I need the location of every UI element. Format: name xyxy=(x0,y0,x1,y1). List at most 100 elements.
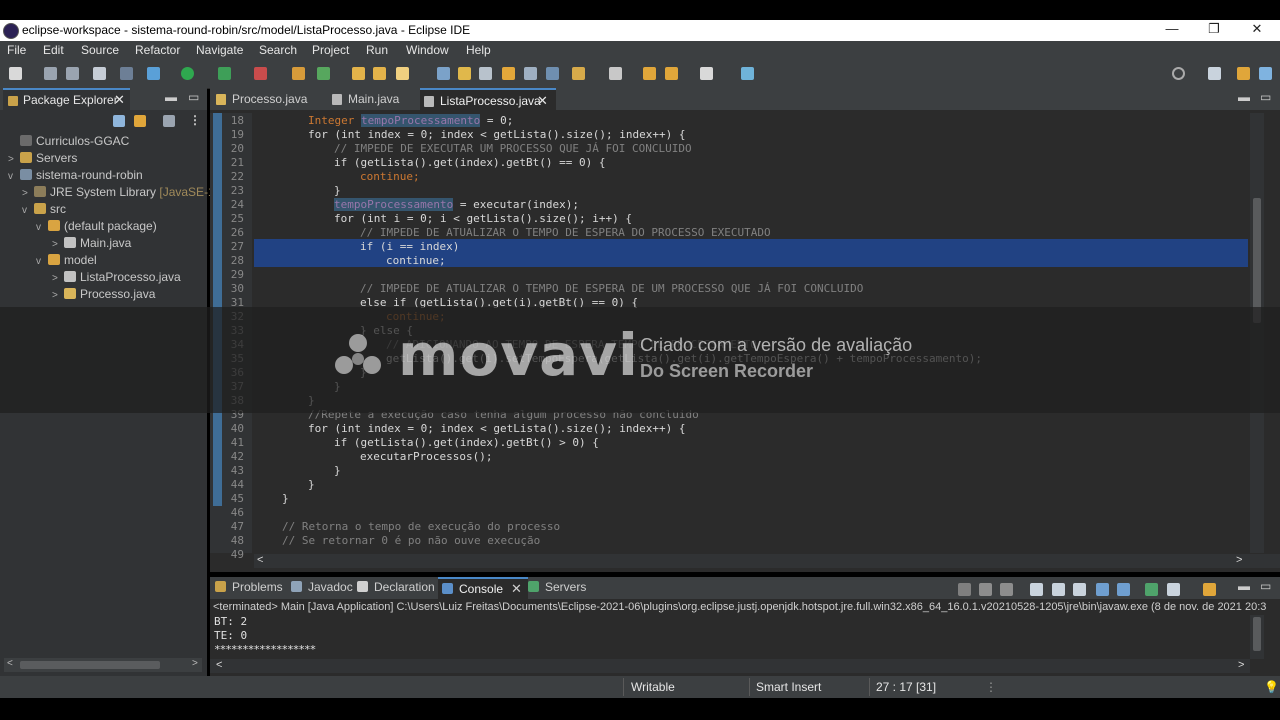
close-tab-icon[interactable]: ✕ xyxy=(511,581,522,596)
menu-run[interactable]: Run xyxy=(366,43,388,57)
cursor-position-status[interactable]: 27 : 17 [31] xyxy=(876,680,936,694)
maximize-button[interactable]: ❐ xyxy=(1194,21,1234,37)
skip-breakpoints-icon[interactable] xyxy=(120,67,133,80)
expand-arrow-icon[interactable]: > xyxy=(8,154,20,165)
debug-icon[interactable] xyxy=(147,67,160,80)
save-icon[interactable] xyxy=(44,67,57,80)
tree-item-default-package[interactable]: v (default package) xyxy=(36,219,157,236)
scroll-right-icon[interactable]: > xyxy=(1236,554,1242,566)
scroll-right-icon[interactable]: > xyxy=(1238,659,1244,671)
maximize-view-icon[interactable]: ▭ xyxy=(188,90,199,104)
highlight-icon[interactable] xyxy=(458,67,471,80)
java-perspective-icon[interactable] xyxy=(1237,67,1250,80)
prev-annotation-icon[interactable] xyxy=(609,67,622,80)
scroll-thumb[interactable] xyxy=(1253,198,1261,323)
remove-all-terminated-icon[interactable] xyxy=(1000,583,1013,596)
clear-console-icon[interactable] xyxy=(1030,583,1043,596)
scroll-lock-icon[interactable] xyxy=(1052,583,1065,596)
save-all-icon[interactable] xyxy=(66,67,79,80)
toggle-mark-occurrences-icon[interactable] xyxy=(437,67,450,80)
tree-item-listaprocesso-java[interactable]: > ListaProcesso.java xyxy=(52,270,181,287)
scroll-left-icon[interactable]: < xyxy=(216,659,222,671)
tab-console[interactable]: Console ✕ xyxy=(438,577,528,601)
tab-servers[interactable]: Servers xyxy=(528,580,586,594)
maximize-view-icon[interactable]: ▭ xyxy=(1260,90,1271,104)
tab-package-explorer[interactable]: Package Explorer ✕ xyxy=(3,88,130,112)
menu-source[interactable]: Source xyxy=(81,43,119,57)
show-on-stdout-icon[interactable] xyxy=(1096,583,1109,596)
pin-editor-icon[interactable] xyxy=(741,67,754,80)
open-type-icon[interactable] xyxy=(352,67,365,80)
scroll-thumb[interactable] xyxy=(20,661,160,669)
close-tab-icon[interactable]: ✕ xyxy=(114,92,125,108)
menu-navigate[interactable]: Navigate xyxy=(196,43,243,57)
search-icon[interactable] xyxy=(1172,67,1185,80)
tab-declaration[interactable]: Declaration xyxy=(357,580,435,594)
new-class-icon[interactable] xyxy=(317,67,330,80)
close-button[interactable]: ✕ xyxy=(1237,21,1277,37)
tab-main-java[interactable]: Main.java xyxy=(328,88,416,110)
minimize-view-icon[interactable]: ▬ xyxy=(1238,579,1250,593)
tree-item-main-java[interactable]: > Main.java xyxy=(52,236,131,253)
coverage-icon[interactable] xyxy=(218,67,231,80)
tab-listaprocesso-java[interactable]: ListaProcesso.java ✕ xyxy=(420,88,556,112)
link-with-editor-icon[interactable] xyxy=(134,115,146,127)
remove-launch-icon[interactable] xyxy=(979,583,992,596)
filter-icon[interactable] xyxy=(163,115,175,127)
forward-icon[interactable] xyxy=(700,67,713,80)
minimize-view-icon[interactable]: ▬ xyxy=(165,90,177,104)
console-output[interactable]: BT: 2 TE: 0 ****************** xyxy=(210,615,1250,659)
tree-item-jre-library[interactable]: > JRE System Library [JavaSE-14] xyxy=(22,185,225,202)
expand-arrow-icon[interactable]: > xyxy=(52,239,64,250)
word-wrap-icon[interactable] xyxy=(502,67,515,80)
tab-javadoc[interactable]: Javadoc xyxy=(291,580,353,594)
console-hscroll[interactable]: < > xyxy=(210,659,1250,673)
menu-search[interactable]: Search xyxy=(259,43,297,57)
menu-refactor[interactable]: Refactor xyxy=(135,43,180,57)
terminate-icon[interactable] xyxy=(958,583,971,596)
tip-lightbulb-icon[interactable]: 💡 xyxy=(1264,680,1279,694)
tree-item-src[interactable]: v src xyxy=(22,202,66,219)
minimize-button[interactable]: — xyxy=(1152,21,1192,36)
debug-perspective-icon[interactable] xyxy=(1259,67,1272,80)
console-vscroll[interactable] xyxy=(1250,615,1264,659)
next-annotation-icon[interactable] xyxy=(572,67,585,80)
new-icon[interactable] xyxy=(9,67,22,80)
collapse-arrow-icon[interactable]: v xyxy=(36,222,48,233)
tree-item-model[interactable]: v model xyxy=(36,253,97,270)
open-perspective-icon[interactable] xyxy=(1208,67,1221,80)
tab-problems[interactable]: Problems xyxy=(215,580,283,594)
last-edit-icon[interactable] xyxy=(643,67,656,80)
collapse-all-icon[interactable] xyxy=(113,115,125,127)
editor-hscroll[interactable]: < > xyxy=(254,554,1280,568)
scroll-left-icon[interactable]: < xyxy=(7,658,13,669)
external-tools-icon[interactable] xyxy=(254,67,267,80)
tab-processo-java[interactable]: Processo.java xyxy=(212,88,320,110)
scroll-right-icon[interactable]: > xyxy=(192,658,198,669)
word-wrap-icon[interactable] xyxy=(1073,583,1086,596)
open-console-icon[interactable] xyxy=(1203,583,1216,596)
collapse-arrow-icon[interactable]: v xyxy=(36,256,48,267)
back-icon[interactable] xyxy=(665,67,678,80)
tree-item-curriculos[interactable]: Curriculos-GGAC xyxy=(8,134,129,151)
tree-item-processo-java[interactable]: > Processo.java xyxy=(52,287,155,304)
new-java-project-icon[interactable] xyxy=(292,67,305,80)
expand-arrow-icon[interactable]: > xyxy=(22,188,34,199)
close-tab-icon[interactable]: ✕ xyxy=(537,93,548,109)
menu-window[interactable]: Window xyxy=(406,43,449,57)
pin-console-icon[interactable] xyxy=(1145,583,1158,596)
menu-file[interactable]: File xyxy=(7,43,26,57)
display-console-icon[interactable] xyxy=(1167,583,1180,596)
scroll-left-icon[interactable]: < xyxy=(257,554,263,566)
minimize-view-icon[interactable]: ▬ xyxy=(1238,90,1250,104)
maximize-view-icon[interactable]: ▭ xyxy=(1260,579,1271,593)
search-tool-icon[interactable] xyxy=(396,67,409,80)
tree-item-servers[interactable]: > Servers xyxy=(8,151,77,168)
collapse-arrow-icon[interactable]: v xyxy=(8,171,20,182)
menu-help[interactable]: Help xyxy=(466,43,491,57)
expand-arrow-icon[interactable]: > xyxy=(52,290,64,301)
menu-project[interactable]: Project xyxy=(312,43,349,57)
menu-edit[interactable]: Edit xyxy=(43,43,64,57)
pilcrow-icon[interactable] xyxy=(546,67,559,80)
tree-item-sistema-round-robin[interactable]: v sistema-round-robin xyxy=(8,168,143,185)
